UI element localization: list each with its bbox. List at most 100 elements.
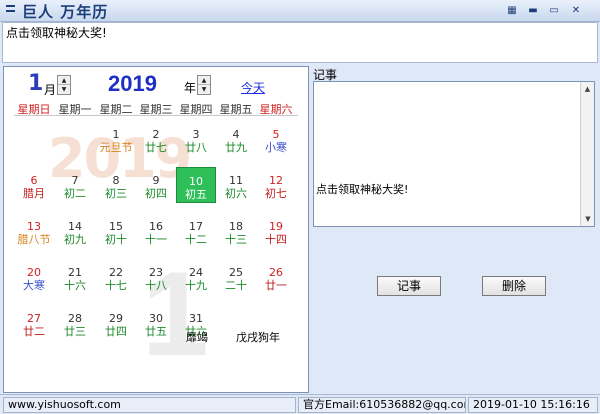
lunar-date: 初五 (185, 188, 207, 201)
calendar-day[interactable]: 23 十八 (136, 259, 176, 295)
calendar-day[interactable]: 22 十七 (96, 259, 136, 295)
calendar-day[interactable]: 24 十九 (176, 259, 216, 295)
lunar-date: 十三 (225, 233, 247, 246)
calendar-day[interactable]: 3 廿八 (176, 121, 216, 157)
calendar-day[interactable]: 11 初六 (216, 167, 256, 203)
day-number: 10 (189, 175, 203, 188)
notice-box[interactable]: 点击领取神秘大奖! (2, 22, 598, 63)
delete-note-button[interactable]: 删除 (482, 276, 546, 296)
calendar-day[interactable]: 1 元旦节 (96, 121, 136, 157)
spin-down-icon[interactable]: ▼ (58, 85, 70, 94)
lunar-date: 十二 (185, 233, 207, 246)
spin-up-icon[interactable]: ▲ (58, 76, 70, 85)
window-title: 巨人 万年历 (22, 3, 109, 21)
calendar-day[interactable]: 28 廿三 (55, 305, 95, 341)
year-unit: 年 (184, 81, 197, 95)
spin-down-icon[interactable]: ▼ (198, 85, 210, 94)
close-button[interactable]: ✕ (569, 4, 583, 18)
today-link[interactable]: 今天 (241, 79, 265, 96)
calendar-day[interactable]: 26 廿一 (256, 259, 296, 295)
day-number: 29 (109, 312, 123, 325)
day-number: 9 (152, 174, 160, 187)
maximize-button[interactable]: ▭ (547, 4, 561, 18)
scroll-down-icon[interactable]: ▼ (581, 212, 595, 226)
day-number: 31 (189, 312, 203, 325)
lunar-date: 十七 (105, 279, 127, 292)
calendar-day[interactable]: 19 十四 (256, 213, 296, 249)
calendar-day[interactable]: 29 廿四 (96, 305, 136, 341)
month-value: 1 (28, 71, 44, 96)
day-number: 28 (68, 312, 82, 325)
lunar-date: 初七 (265, 187, 287, 200)
calendar-day[interactable]: 8 初三 (96, 167, 136, 203)
calendar-day[interactable]: 14 初九 (55, 213, 95, 249)
day-number: 15 (109, 220, 123, 233)
lunar-date: 十九 (185, 279, 207, 292)
lunar-date: 元旦节 (99, 141, 133, 154)
calendar-day[interactable]: 4 廿九 (216, 121, 256, 157)
day-number: 6 (30, 174, 38, 187)
scroll-up-icon[interactable]: ▲ (581, 82, 594, 96)
day-number: 2 (152, 128, 160, 141)
status-website: www.yishuosoft.com (3, 397, 296, 413)
lunar-date: 初十 (105, 233, 127, 246)
calendar-day[interactable]: 30 廿五 (136, 305, 176, 341)
add-note-button[interactable]: 记事 (377, 276, 441, 296)
lunar-date: 初九 (64, 233, 86, 246)
day-number: 21 (68, 266, 82, 279)
lunar-date: 二十 (225, 279, 247, 292)
day-number: 7 (71, 174, 79, 187)
skin-button[interactable]: ▦ (505, 4, 519, 18)
lunar-date: 十一 (145, 233, 167, 246)
day-number: 20 (27, 266, 41, 279)
month-unit: 月 (44, 83, 57, 97)
calendar-panel: 2019 1 1 月 ▲ ▼ 2019 年 ▲ ▼ 今天 星期日 星期一 星期二 星期三星… (3, 66, 309, 393)
day-number: 3 (192, 128, 200, 141)
minimize-tray-button[interactable]: ▬ (526, 4, 540, 18)
day-number: 24 (189, 266, 203, 279)
calendar-day[interactable]: 16 十一 (136, 213, 176, 249)
spin-up-icon[interactable]: ▲ (198, 76, 210, 85)
lunar-date: 初六 (225, 187, 247, 200)
lunar-date: 廿五 (145, 325, 167, 338)
calendar-day[interactable]: 7 初二 (55, 167, 95, 203)
notes-text[interactable]: 点击领取神秘大奖! (316, 181, 408, 197)
calendar-day[interactable]: 20 大寒 (14, 259, 54, 295)
header-divider (14, 115, 298, 116)
day-number: 30 (149, 312, 163, 325)
calendar-day[interactable]: 21 十六 (55, 259, 95, 295)
year-value: 2019 (108, 71, 157, 96)
calendar-day[interactable]: 2 廿七 (136, 121, 176, 157)
day-number: 1 (112, 128, 120, 141)
year-spinner[interactable]: ▲ ▼ (197, 75, 211, 95)
day-number: 27 (27, 312, 41, 325)
calendar-day[interactable]: 15 初十 (96, 213, 136, 249)
day-number: 5 (272, 128, 280, 141)
calendar-day[interactable]: 9 初四 (136, 167, 176, 203)
status-bar: www.yishuosoft.com 官方Email:610536882@qq.… (0, 394, 600, 414)
calendar-day[interactable]: 6 腊月 (14, 167, 54, 203)
system-menu-icon[interactable] (6, 5, 15, 15)
notes-textarea[interactable]: 点击领取神秘大奖! ▲ ▼ (313, 81, 595, 227)
day-number: 8 (112, 174, 120, 187)
month-spinner[interactable]: ▲ ▼ (57, 75, 71, 95)
day-number: 16 (149, 220, 163, 233)
day-number: 11 (229, 174, 243, 187)
day-number: 12 (269, 174, 283, 187)
calendar-day[interactable]: 25 二十 (216, 259, 256, 295)
calendar-day-selected[interactable]: 10 初五 (176, 167, 216, 203)
calendar-day[interactable]: 5 小寒 (256, 121, 296, 157)
lunar-date: 十六 (64, 279, 86, 292)
calendar-day[interactable]: 12 初七 (256, 167, 296, 203)
calendar-day[interactable]: 18 十三 (216, 213, 256, 249)
notes-scrollbar[interactable]: ▲ ▼ (580, 82, 594, 226)
lunar-year-name: 戊戌狗年 (236, 331, 280, 344)
lunar-date: 腊月 (23, 187, 45, 200)
lunar-date: 腊八节 (17, 233, 51, 246)
status-datetime: 2019-01-10 15:16:16 (468, 397, 598, 413)
calendar-day[interactable]: 27 廿二 (14, 305, 54, 341)
calendar-day[interactable]: 17 十二 (176, 213, 216, 249)
calendar-day[interactable]: 13 腊八节 (14, 213, 54, 249)
notice-text[interactable]: 点击领取神秘大奖! (6, 26, 107, 40)
lunar-date: 廿一 (265, 279, 287, 292)
